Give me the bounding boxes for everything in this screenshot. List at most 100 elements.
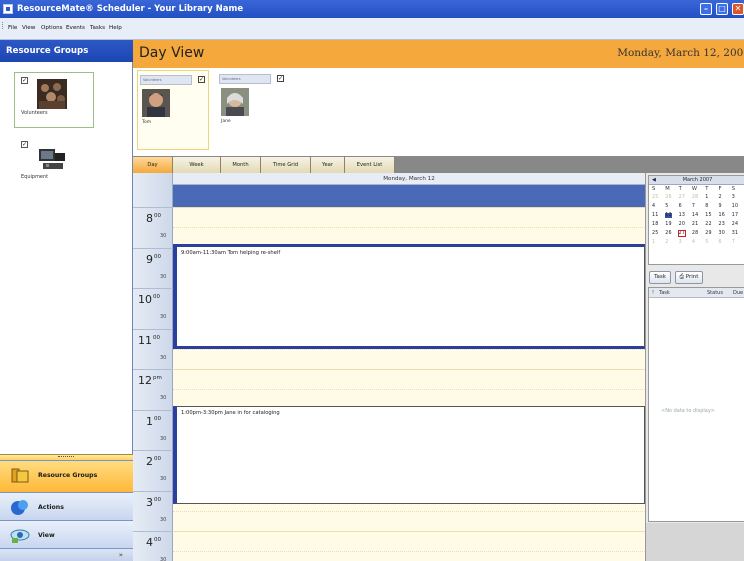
mini-calendar-day[interactable]: 21	[692, 222, 699, 227]
menu-events[interactable]: Events	[66, 25, 85, 31]
tab-month[interactable]: Month	[221, 157, 261, 173]
close-button[interactable]: ✕	[732, 3, 744, 15]
mini-calendar-day[interactable]: 28	[692, 231, 699, 236]
mini-calendar-day[interactable]: 17	[732, 213, 739, 218]
tab-day[interactable]: Day	[133, 157, 173, 173]
task-col-task[interactable]: Task	[659, 288, 670, 298]
mini-calendar-day[interactable]: 31	[732, 231, 739, 236]
mini-calendar-day[interactable]: 12	[665, 213, 672, 218]
mini-calendar-day[interactable]: 28	[692, 195, 699, 200]
mini-calendar-month: March 2007	[682, 177, 713, 183]
half-hour-label: 30	[160, 273, 167, 280]
mini-calendar-day[interactable]: 11	[652, 213, 659, 218]
group-checkbox-volunteers[interactable]: ✓	[21, 77, 28, 84]
mini-calendar-day[interactable]: 3	[679, 240, 682, 245]
mini-calendar-day[interactable]: 2	[719, 195, 722, 200]
task-col-due[interactable]: Due	[733, 288, 743, 298]
tab-year[interactable]: Year	[311, 157, 345, 173]
resource-checkbox-tom[interactable]: ✓	[198, 76, 205, 83]
minimize-button[interactable]: –	[700, 3, 712, 15]
mini-calendar-day[interactable]: 5	[665, 204, 668, 209]
mini-calendar-week: 11 12 13 14 15 16 17	[649, 213, 744, 221]
mini-calendar-day[interactable]: 1	[652, 240, 655, 245]
half-hour-label: 30	[160, 557, 167, 561]
mini-calendar-dow: W	[691, 186, 698, 192]
mini-calendar-day[interactable]: 2	[665, 240, 668, 245]
slot-line	[173, 369, 645, 370]
menu-file[interactable]: File	[8, 25, 17, 31]
mini-calendar-day[interactable]: 1	[705, 195, 708, 200]
mini-calendar-day[interactable]: 6	[679, 204, 682, 209]
task-list[interactable]: ! Task Status Due <No data to display>	[648, 287, 744, 522]
half-hour-label: 30	[160, 395, 167, 401]
mini-calendar-day[interactable]: 29	[705, 231, 712, 236]
hour-label: 900	[146, 252, 161, 266]
mini-calendar-day[interactable]: 25	[652, 231, 659, 236]
right-pane-footer	[646, 523, 744, 561]
resource-card-tom[interactable]: Volunteers ✓ Tom	[137, 70, 209, 150]
mini-calendar-day[interactable]: 30	[719, 231, 726, 236]
resource-card-jane[interactable]: Volunteers ✓ Jane	[217, 70, 289, 150]
mini-calendar-day[interactable]: 8	[705, 204, 708, 209]
mini-calendar-day[interactable]: 19	[665, 222, 672, 227]
tab-event-list[interactable]: Event List	[345, 157, 395, 173]
mini-calendar-day[interactable]: 4	[652, 204, 655, 209]
mini-calendar-day[interactable]: 7	[732, 240, 735, 245]
group-card-equipment[interactable]: ✓ Equipment	[14, 136, 94, 192]
mini-calendar-day[interactable]: 6	[719, 240, 722, 245]
tab-week[interactable]: Week	[173, 157, 221, 173]
title-bar: ResourceMate® Scheduler - Your Library N…	[0, 0, 744, 18]
tab-time-grid[interactable]: Time Grid	[261, 157, 311, 173]
mini-calendar-day[interactable]: 9	[719, 204, 722, 209]
mini-calendar-day[interactable]: 7	[692, 204, 695, 209]
menu-options[interactable]: Options	[41, 25, 63, 31]
mini-calendar-day[interactable]: 14	[692, 213, 699, 218]
task-button[interactable]: Task	[649, 271, 671, 284]
half-hour-label: 30	[160, 233, 167, 239]
print-button[interactable]: ⎙ Print	[675, 271, 703, 284]
mini-calendar-day[interactable]: 24	[732, 222, 739, 227]
event-jane-cataloging[interactable]: 1:00pm-3:30pm Jane in for cataloging	[173, 406, 645, 504]
menu-tasks[interactable]: Tasks	[90, 25, 105, 31]
mini-calendar-day[interactable]: 16	[719, 213, 726, 218]
nav-view-button[interactable]: View	[0, 520, 133, 548]
menu-help[interactable]: Help	[109, 25, 122, 31]
mini-calendar-day[interactable]: 26	[665, 195, 672, 200]
mini-calendar-day[interactable]: 13	[679, 213, 686, 218]
nav-actions-button[interactable]: Actions	[0, 492, 133, 520]
half-hour-label: 30	[160, 354, 167, 361]
all-day-area[interactable]	[173, 185, 645, 207]
mini-calendar-day[interactable]: 26	[665, 231, 672, 236]
mini-calendar-day[interactable]: 22	[705, 222, 712, 227]
task-col-priority[interactable]: !	[652, 288, 654, 298]
menu-view[interactable]: View	[22, 25, 35, 31]
mini-calendar-day[interactable]: 20	[679, 222, 686, 227]
nav-resource-groups-button[interactable]: Resource Groups	[0, 460, 133, 492]
mini-calendar-day[interactable]: 18	[652, 222, 659, 227]
mini-calendar-day[interactable]: 3	[732, 195, 735, 200]
mini-calendar-day[interactable]: 27	[677, 230, 687, 237]
hour-divider	[133, 490, 173, 492]
maximize-button[interactable]: □	[716, 3, 728, 15]
app-icon	[3, 4, 13, 14]
group-checkbox-equipment[interactable]: ✓	[21, 141, 28, 148]
view-tabs: Day Week Month Time Grid Year Event List	[133, 156, 744, 173]
mini-calendar-day[interactable]: 23	[719, 222, 726, 227]
group-card-volunteers[interactable]: ✓ Volunteers	[14, 72, 94, 128]
mini-calendar-day[interactable]: 10	[732, 204, 739, 209]
mini-calendar-day[interactable]: 15	[705, 213, 712, 218]
chevron-down-icon[interactable]: »	[119, 551, 123, 559]
task-toolbar: Task ⎙ Print	[646, 269, 744, 285]
mini-calendar-day[interactable]: 27	[679, 195, 686, 200]
task-col-status[interactable]: Status	[707, 288, 723, 298]
event-tom-reshelf[interactable]: 9:00am-11:30am Tom helping re-shelf	[173, 244, 645, 349]
day-calendar[interactable]: Monday, March 12 800 30 900 30 1000 30 1100 30 1…	[133, 173, 645, 561]
resource-name-tom: Tom	[142, 120, 152, 125]
mini-calendar-day[interactable]: 25	[652, 195, 659, 200]
mini-calendar-day[interactable]: 4	[692, 240, 695, 245]
mini-calendar-day[interactable]: 5	[705, 240, 708, 245]
prev-month-icon[interactable]: ◀	[652, 176, 656, 185]
hour-divider	[133, 409, 173, 411]
mini-calendar[interactable]: ◀ March 2007 SMTWTFS 25 26 27 28 1 2 3 4 5 6 7 8 9 10…	[648, 175, 744, 265]
resource-checkbox-jane[interactable]: ✓	[277, 75, 284, 82]
